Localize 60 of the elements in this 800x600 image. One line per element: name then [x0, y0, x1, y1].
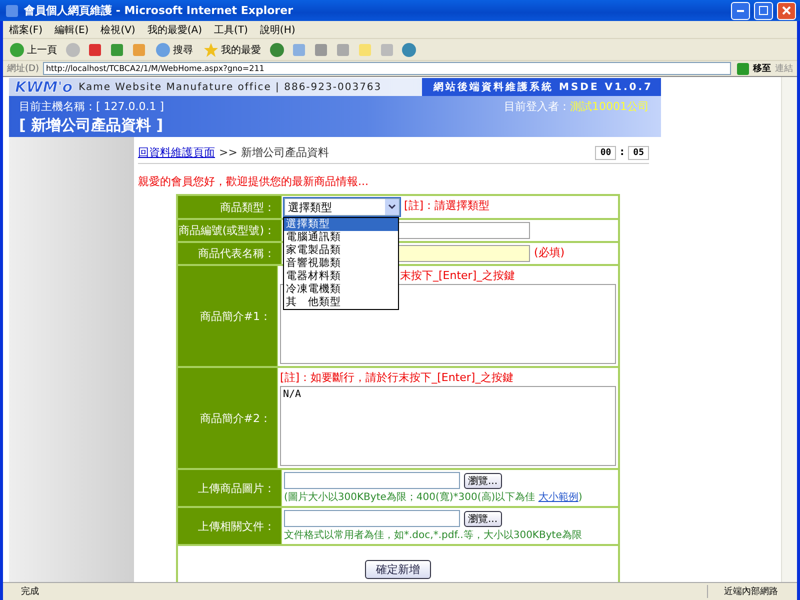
- field-label: 商品類型：: [178, 196, 282, 218]
- field-label: 商品簡介#1：: [178, 266, 278, 366]
- menu-item[interactable]: 工具(T): [208, 22, 254, 36]
- close-icon: [782, 6, 791, 15]
- company-info: Kame Website Manufature office | 886-923-003763: [78, 82, 383, 92]
- caret-icon: [388, 204, 396, 210]
- timer-seconds: 05: [628, 146, 649, 160]
- breadcrumb-text: >> 新增公司產品資料: [219, 145, 330, 160]
- maximize-icon: [759, 6, 768, 15]
- status-text: 完成: [20, 586, 40, 598]
- note-text: [註]：請選擇類型: [404, 198, 490, 213]
- address-label: 網址(D): [7, 62, 39, 75]
- field-label: 商品簡介#2：: [178, 368, 278, 468]
- menu-item[interactable]: 我的最愛(A): [141, 22, 208, 36]
- description-textarea[interactable]: N/A: [280, 386, 616, 466]
- menu-item[interactable]: 編輯(E): [48, 22, 95, 36]
- description-textarea[interactable]: [280, 284, 616, 364]
- zone-label: 近端內部網路: [707, 585, 797, 598]
- welcome-message: 親愛的會員您好，歡迎提供您的最新商品情報...: [138, 174, 370, 189]
- minimize-icon: [737, 10, 744, 12]
- field-label: 上傳商品圖片：: [178, 470, 282, 506]
- note-text: [註]：如要斷行，請於行末按下_[Enter]_之按鍵: [280, 370, 514, 385]
- logo: KWM'o: [14, 78, 74, 96]
- file-input[interactable]: [284, 510, 460, 527]
- system-title: 網站後端資料維護系統 MSDE V1.0.7: [422, 78, 661, 96]
- field-label: 上傳相關文件：: [178, 508, 282, 544]
- hint-text: (圖片大小以300KByte為限；400(寬)*300(高)以下為佳 大小範例): [284, 490, 584, 504]
- user-label: 目前登入者：: [504, 99, 570, 114]
- field-label: 商品代表名稱：: [178, 243, 282, 264]
- timer-minutes: 00: [595, 146, 616, 160]
- close-button[interactable]: [777, 2, 796, 20]
- browse-button[interactable]: 瀏覽...: [464, 510, 502, 526]
- host-name: 目前主機名稱：[ 127.0.0.1 ]: [19, 99, 164, 114]
- back-link[interactable]: 回資料維護頁面: [138, 145, 215, 160]
- required-note: (必填): [534, 245, 565, 260]
- go-button[interactable]: 移至: [735, 60, 771, 76]
- example-link[interactable]: 大小範例: [538, 492, 578, 503]
- dropdown-option[interactable]: 選擇類型: [284, 218, 398, 231]
- timer-separator: :: [620, 147, 624, 158]
- hint-text: 文件格式以常用者為佳，如*.doc,*.pdf..等，大小以300KByte為限: [284, 528, 583, 542]
- window-title: 會員個人網頁維護 - Microsoft Internet Explorer: [24, 3, 294, 18]
- menu-item[interactable]: 說明(H): [254, 22, 302, 36]
- minimize-button[interactable]: [731, 2, 750, 20]
- scrollbar[interactable]: [781, 77, 797, 582]
- maximize-button[interactable]: [754, 2, 773, 20]
- menu-item[interactable]: 檢視(V): [94, 22, 142, 36]
- menu-item[interactable]: 檔案(F): [3, 22, 49, 36]
- page-title: [ 新增公司產品資料 ]: [18, 115, 164, 136]
- favorites-button[interactable]: 我的最愛: [201, 40, 263, 60]
- user-name: 測試10001公司: [570, 99, 649, 114]
- field-label: 商品編號(或型號)：: [178, 220, 282, 241]
- submit-button[interactable]: 確定新增: [365, 560, 431, 578]
- search-button[interactable]: 搜尋: [153, 40, 195, 60]
- browse-button[interactable]: 瀏覽...: [464, 472, 502, 488]
- address-field[interactable]: http://localhost/TCBCA2/1/M/WebHome.aspx?gno=211: [42, 62, 731, 75]
- category-select[interactable]: 選擇類型: [284, 198, 400, 216]
- note-text: 末按下_[Enter]_之按鍵: [400, 268, 516, 283]
- back-button[interactable]: 上一頁: [7, 40, 59, 60]
- star-icon: [203, 42, 219, 58]
- file-input[interactable]: [284, 472, 460, 489]
